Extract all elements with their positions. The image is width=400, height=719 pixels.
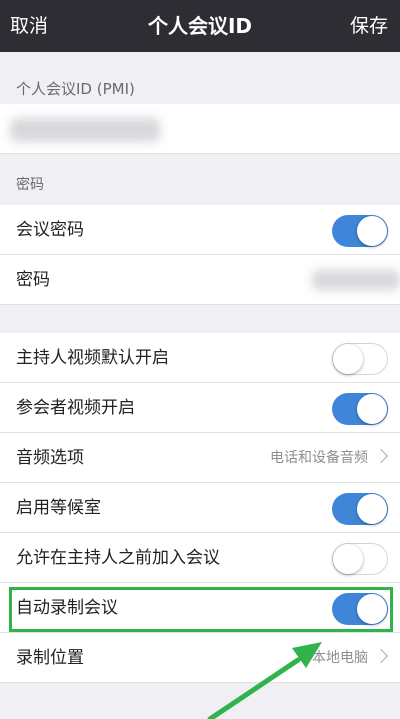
password-value-redacted [312,270,400,290]
auto-record-row[interactable]: 自动录制会议 [0,583,400,633]
password-row[interactable]: 密码 [0,255,400,305]
meeting-password-row[interactable]: 会议密码 [0,205,400,255]
pmi-header-label: 个人会议ID (PMI) [16,80,135,98]
record-location-label: 录制位置 [16,648,84,668]
waiting-room-label: 启用等候室 [16,498,101,518]
record-location-row[interactable]: 录制位置 本地电脑 [0,633,400,683]
toggle-knob [357,216,387,246]
join-before-host-label: 允许在主持人之前加入会议 [16,548,220,568]
auto-record-toggle[interactable] [332,593,388,625]
toggle-knob [357,394,387,424]
toggle-knob [357,494,387,524]
meeting-password-label: 会议密码 [16,220,84,240]
chevron-right-icon [373,648,389,664]
host-video-toggle[interactable] [332,343,388,375]
auto-record-label: 自动录制会议 [16,598,118,618]
participant-video-toggle[interactable] [332,393,388,425]
toggle-knob [333,544,363,574]
record-location-value: 本地电脑 [312,650,368,666]
audio-options-label: 音频选项 [16,448,84,468]
join-before-host-row[interactable]: 允许在主持人之前加入会议 [0,533,400,583]
nav-bar: 取消 个人会议ID 保存 [0,0,400,52]
password-header-label: 密码 [16,177,44,193]
toggle-knob [357,594,387,624]
page-title: 个人会议ID [147,14,253,38]
password-label: 密码 [16,270,50,290]
cancel-button[interactable]: 取消 [10,0,48,52]
pmi-value-redacted [10,118,160,142]
toggle-knob [333,344,363,374]
participant-video-label: 参会者视频开启 [16,398,135,418]
save-button[interactable]: 保存 [350,0,388,52]
waiting-room-toggle[interactable] [332,493,388,525]
audio-options-value: 电话和设备音频 [270,450,368,466]
pmi-section-header: 个人会议ID (PMI) [0,52,400,104]
chevron-right-icon [373,448,389,464]
pmi-row[interactable] [0,104,400,154]
join-before-host-toggle[interactable] [332,543,388,575]
meeting-password-toggle[interactable] [332,215,388,247]
host-video-label: 主持人视频默认开启 [16,348,169,368]
audio-options-row[interactable]: 音频选项 电话和设备音频 [0,433,400,483]
waiting-room-row[interactable]: 启用等候室 [0,483,400,533]
host-video-row[interactable]: 主持人视频默认开启 [0,333,400,383]
participant-video-row[interactable]: 参会者视频开启 [0,383,400,433]
password-section-header: 密码 [0,154,400,204]
